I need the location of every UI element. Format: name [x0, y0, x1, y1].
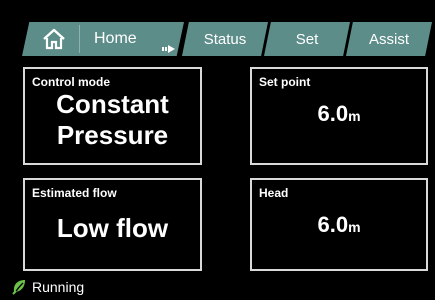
- status-text: Running: [32, 279, 85, 295]
- control-mode-label: Control mode: [32, 75, 110, 89]
- tab-set[interactable]: Set: [264, 22, 350, 56]
- home-tab-divider: [79, 25, 80, 53]
- arrow-right-icon: [162, 41, 176, 53]
- control-mode-panel[interactable]: Control mode Constant Pressure: [23, 67, 202, 165]
- set-point-value: 6.0: [317, 101, 349, 126]
- head-readout: 6.0m: [252, 212, 426, 238]
- control-mode-value: Constant Pressure: [25, 89, 200, 151]
- tab-bar: Home Status Set Assist: [0, 0, 435, 60]
- estimated-flow-panel[interactable]: Estimated flow Low flow: [23, 178, 202, 271]
- head-value: 6.0: [317, 212, 349, 237]
- set-point-readout: 6.0m: [252, 101, 426, 127]
- set-point-unit: m: [348, 108, 361, 124]
- pump-display-screen: Home Status Set Assist Control mode Cons…: [0, 0, 435, 297]
- control-mode-value-line2: Pressure: [56, 120, 169, 150]
- tab-home[interactable]: Home: [22, 22, 184, 56]
- tab-home-label: Home: [94, 30, 137, 47]
- set-point-label: Set point: [259, 75, 311, 89]
- tab-status[interactable]: Status: [182, 22, 268, 56]
- head-label: Head: [259, 186, 289, 200]
- set-point-panel[interactable]: Set point 6.0m: [250, 67, 428, 165]
- head-unit: m: [348, 219, 361, 235]
- home-icon: [42, 28, 66, 50]
- head-panel[interactable]: Head 6.0m: [250, 178, 428, 271]
- tab-status-label: Status: [203, 30, 247, 48]
- estimated-flow-value: Low flow: [56, 213, 169, 243]
- control-mode-value-line1: Constant: [56, 89, 169, 119]
- tab-assist-label: Assist: [368, 30, 409, 48]
- estimated-flow-label: Estimated flow: [32, 186, 117, 200]
- status-bar: Running: [12, 278, 84, 296]
- running-leaf-icon: [12, 279, 27, 295]
- tab-set-label: Set: [295, 30, 319, 48]
- tab-assist[interactable]: Assist: [346, 22, 432, 56]
